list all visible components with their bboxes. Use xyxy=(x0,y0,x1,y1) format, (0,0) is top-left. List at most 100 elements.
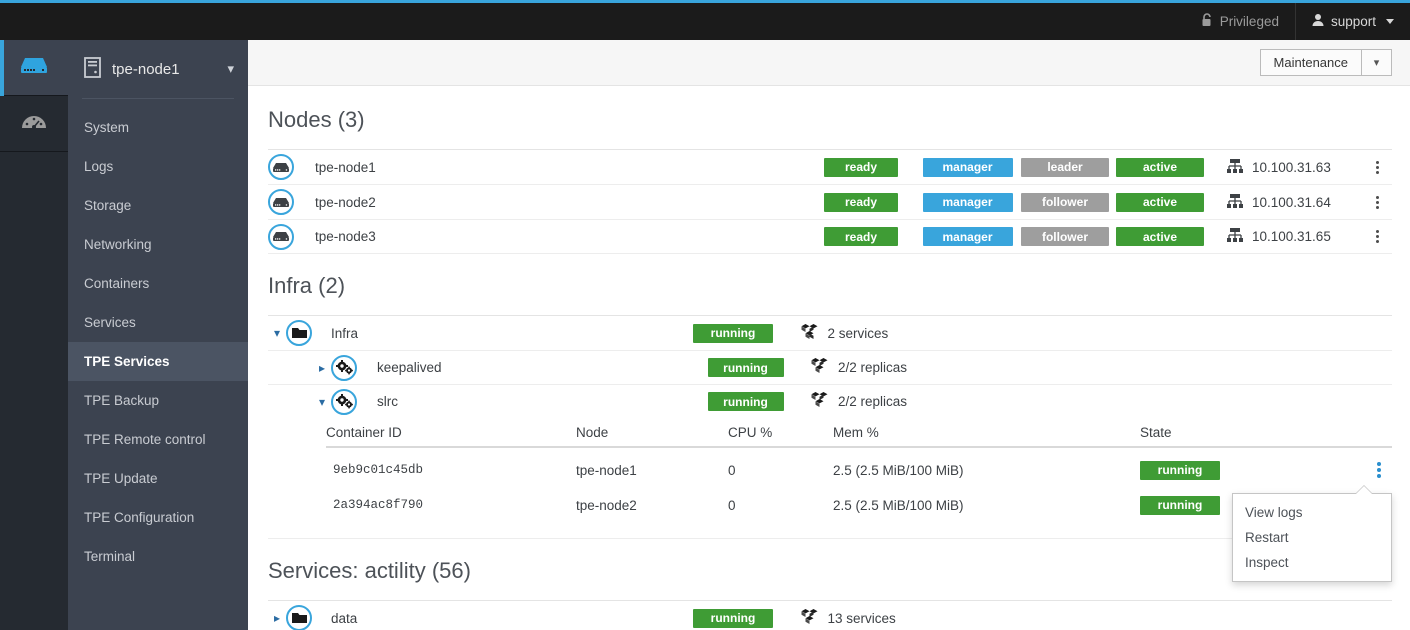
sidebar: tpe-node1 ▾ System Logs Storage Networki… xyxy=(68,40,248,630)
rail-item-dashboard[interactable] xyxy=(0,96,68,152)
node-server-icon xyxy=(268,189,294,215)
kebab-menu-icon[interactable] xyxy=(1375,196,1379,209)
sidebar-item-label: Networking xyxy=(84,237,152,252)
status-badge: ready xyxy=(824,193,898,212)
availability-badge: active xyxy=(1116,227,1204,246)
unlock-icon xyxy=(1202,13,1213,30)
kebab-menu-icon[interactable] xyxy=(1377,462,1381,478)
container-node: tpe-node1 xyxy=(576,463,728,478)
node-name-cell: tpe-node2 xyxy=(268,189,824,215)
node-ip: 10.100.31.65 xyxy=(1252,229,1331,244)
node-ip: 10.100.31.64 xyxy=(1252,195,1331,210)
maintenance-dropdown-toggle[interactable]: ▾ xyxy=(1361,49,1392,76)
chevron-down-icon xyxy=(1386,19,1394,24)
stack-name-cell: ▾ Infra xyxy=(268,320,691,346)
sidebar-item-logs[interactable]: Logs xyxy=(68,147,248,186)
sidebar-item-label: TPE Update xyxy=(84,471,158,486)
column-header-cpu: CPU % xyxy=(728,425,833,440)
sidebar-item-tpe-backup[interactable]: TPE Backup xyxy=(68,381,248,420)
container-id: 2a394ac8f790 xyxy=(326,498,576,512)
state-badge: running xyxy=(1140,496,1220,515)
service-row[interactable]: ▾ slrc running xyxy=(268,384,1392,418)
replica-count: 2/2 replicas xyxy=(838,360,907,375)
chevron-right-icon[interactable]: ▸ xyxy=(268,611,286,625)
host-label: tpe-node1 xyxy=(112,61,216,78)
sidebar-nav: System Logs Storage Networking Container… xyxy=(68,99,248,576)
service-name-cell: ▾ slrc xyxy=(268,389,680,415)
cubes-icon xyxy=(810,358,829,377)
node-name: tpe-node1 xyxy=(315,160,376,175)
sidebar-item-services[interactable]: Services xyxy=(68,303,248,342)
stack-name-cell: ▸ data xyxy=(268,605,691,630)
host-selector[interactable]: tpe-node1 ▾ xyxy=(68,40,248,98)
sidebar-item-label: TPE Backup xyxy=(84,393,159,408)
menu-item-inspect[interactable]: Inspect xyxy=(1233,550,1391,575)
menu-item-view-logs[interactable]: View logs xyxy=(1233,500,1391,525)
service-name: keepalived xyxy=(377,360,442,375)
rail-item-server[interactable] xyxy=(0,40,68,96)
content-toolbar: Maintenance ▾ xyxy=(248,40,1410,86)
sidebar-item-label: Logs xyxy=(84,159,113,174)
role-badge: manager xyxy=(923,227,1013,246)
network-topology-icon xyxy=(1227,228,1243,245)
container-row[interactable]: 9eb9c01c45db tpe-node1 0 2.5 (2.5 MiB/10… xyxy=(326,453,1392,487)
column-header-mem: Mem % xyxy=(833,425,1140,440)
sidebar-item-tpe-services[interactable]: TPE Services xyxy=(68,342,248,381)
chevron-down-icon: ▾ xyxy=(227,61,234,77)
folder-icon xyxy=(286,605,312,630)
chevron-down-icon[interactable]: ▾ xyxy=(313,395,331,409)
sidebar-item-terminal[interactable]: Terminal xyxy=(68,537,248,576)
server-icon xyxy=(19,55,49,80)
role-badge: manager xyxy=(923,193,1013,212)
leadership-badge: follower xyxy=(1021,227,1109,246)
infra-section-title: Infra (2) xyxy=(268,273,1392,299)
sidebar-item-storage[interactable]: Storage xyxy=(68,186,248,225)
sidebar-item-tpe-update[interactable]: TPE Update xyxy=(68,459,248,498)
node-name: tpe-node2 xyxy=(315,195,376,210)
table-row[interactable]: tpe-node1 ready manager leader active 10… xyxy=(268,149,1392,184)
chevron-down-icon[interactable]: ▾ xyxy=(268,326,286,340)
container-cpu: 0 xyxy=(728,463,833,478)
sidebar-item-tpe-configuration[interactable]: TPE Configuration xyxy=(68,498,248,537)
cubes-icon xyxy=(800,324,819,343)
status-badge: ready xyxy=(824,227,898,246)
availability-badge: active xyxy=(1116,193,1204,212)
sidebar-item-label: Containers xyxy=(84,276,149,291)
sidebar-item-networking[interactable]: Networking xyxy=(68,225,248,264)
table-row[interactable]: tpe-node2 ready manager follower active … xyxy=(268,184,1392,219)
column-header-node: Node xyxy=(576,425,728,440)
replica-count: 2/2 replicas xyxy=(838,394,907,409)
role-badge: manager xyxy=(923,158,1013,177)
server-tower-icon xyxy=(84,57,101,82)
availability-badge: active xyxy=(1116,158,1204,177)
chevron-right-icon[interactable]: ▸ xyxy=(313,361,331,375)
menu-item-restart[interactable]: Restart xyxy=(1233,525,1391,550)
privileged-label: Privileged xyxy=(1220,14,1279,29)
service-row[interactable]: ▸ keepalived running xyxy=(268,350,1392,384)
maintenance-split-button[interactable]: Maintenance ▾ xyxy=(1260,49,1392,76)
table-row[interactable]: tpe-node3 ready manager follower active … xyxy=(268,219,1392,254)
user-icon xyxy=(1312,13,1324,30)
cubes-icon xyxy=(800,609,819,628)
stack-row[interactable]: ▾ Infra running 2 services xyxy=(268,315,1392,350)
sidebar-item-containers[interactable]: Containers xyxy=(68,264,248,303)
sidebar-item-label: TPE Remote control xyxy=(84,432,206,447)
network-topology-icon xyxy=(1227,159,1243,176)
stack-row[interactable]: ▸ data running 13 services xyxy=(268,600,1392,630)
kebab-menu-icon[interactable] xyxy=(1375,230,1379,243)
maintenance-button[interactable]: Maintenance xyxy=(1260,49,1361,76)
kebab-menu-icon[interactable] xyxy=(1375,161,1379,174)
dashboard-gauge-icon xyxy=(21,111,47,136)
node-server-icon xyxy=(268,154,294,180)
icon-rail xyxy=(0,40,68,630)
sidebar-item-tpe-remote-control[interactable]: TPE Remote control xyxy=(68,420,248,459)
sidebar-item-label: Storage xyxy=(84,198,131,213)
privileged-indicator[interactable]: Privileged xyxy=(1186,3,1295,40)
user-menu[interactable]: support xyxy=(1296,3,1410,40)
container-node: tpe-node2 xyxy=(576,498,728,513)
container-mem: 2.5 (2.5 MiB/100 MiB) xyxy=(833,498,1140,513)
chevron-down-icon: ▾ xyxy=(1374,56,1380,69)
sidebar-item-system[interactable]: System xyxy=(68,108,248,147)
stack-name: data xyxy=(331,611,357,626)
status-badge: running xyxy=(708,358,784,377)
